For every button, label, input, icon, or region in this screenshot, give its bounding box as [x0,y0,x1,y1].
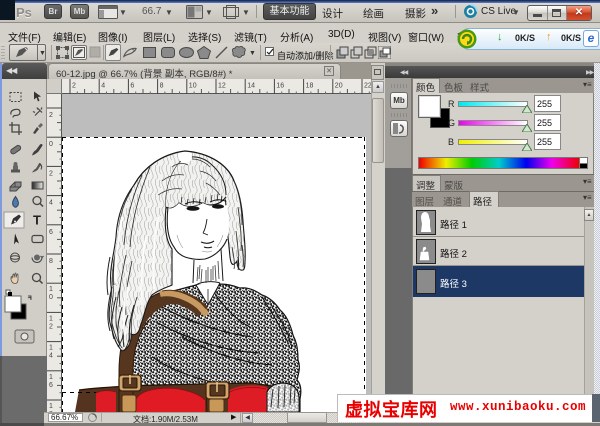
svg-text:16: 16 [276,83,284,90]
svg-text:4: 4 [101,83,105,90]
svg-text:2: 2 [49,323,53,330]
svg-text:0: 0 [49,141,53,148]
svg-text:18: 18 [306,83,314,90]
svg-text:0: 0 [49,294,53,301]
svg-text:1: 1 [49,403,53,410]
svg-text:8: 8 [49,258,53,265]
svg-text:1: 1 [49,345,53,352]
svg-text:12: 12 [218,83,226,90]
svg-text:2: 2 [49,170,53,177]
svg-text:1: 1 [49,315,53,322]
svg-text:1: 1 [49,374,53,381]
svg-text:8: 8 [160,83,164,90]
svg-text:2: 2 [72,83,76,90]
svg-text:20: 20 [335,83,343,90]
svg-text:22: 22 [364,83,371,90]
svg-text:6: 6 [49,229,53,236]
svg-text:4: 4 [49,200,53,207]
svg-text:6: 6 [49,382,53,389]
svg-text:4: 4 [49,353,53,360]
svg-text:10: 10 [189,83,197,90]
svg-text:T: T [33,213,41,228]
svg-text:6: 6 [130,83,134,90]
svg-text:2: 2 [49,112,53,119]
svg-text:1: 1 [49,286,53,293]
svg-text:14: 14 [247,83,255,90]
